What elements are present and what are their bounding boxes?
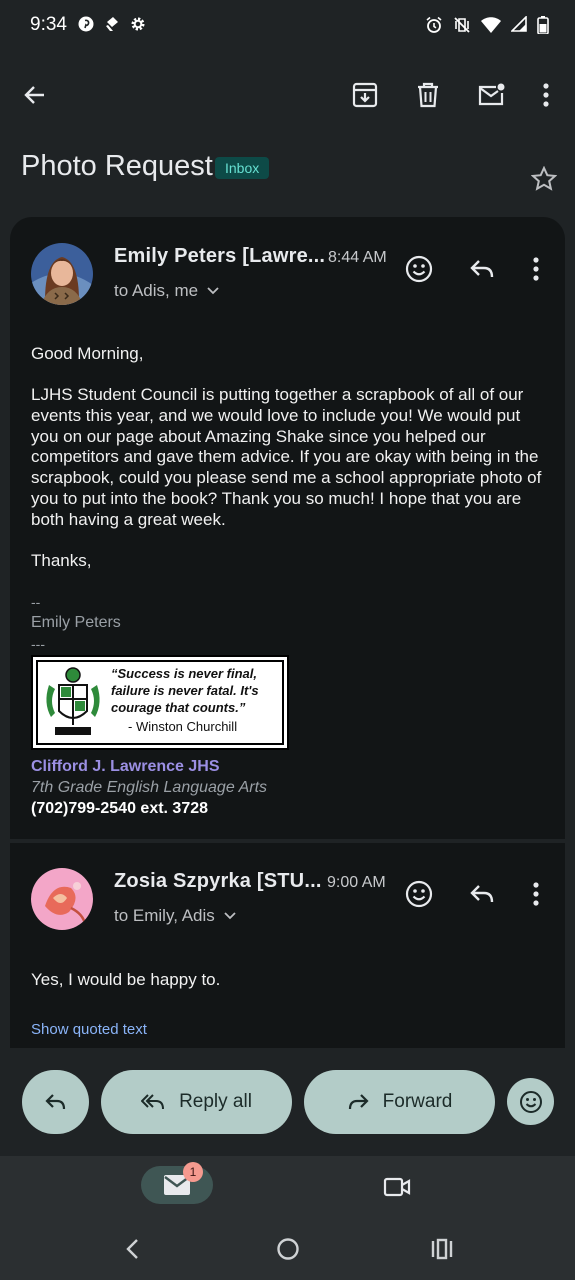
- sender-name: Zosia Szpyrka [STU...: [114, 870, 322, 892]
- add-reaction-button[interactable]: [397, 247, 441, 291]
- cell-signal-icon: [511, 16, 527, 34]
- emoji-icon: [405, 880, 433, 908]
- message-body: Yes, I would be happy to.: [31, 970, 221, 989]
- signature-separator-2: ---: [31, 636, 45, 652]
- status-right-icons: [425, 16, 549, 34]
- alarm-icon: [425, 16, 443, 34]
- recipients-toggle[interactable]: to Adis, me: [114, 281, 220, 301]
- signature-school-link[interactable]: Clifford J. Lawrence JHS: [31, 758, 220, 776]
- thread-subject: Photo Request: [21, 150, 213, 182]
- emoji-icon: [405, 255, 433, 283]
- recipients-text: to Emily, Adis: [114, 906, 215, 925]
- reply-icon: [469, 883, 495, 905]
- home-circle-icon: [276, 1237, 300, 1261]
- recipients-toggle[interactable]: to Emily, Adis: [114, 906, 237, 926]
- mark-unread-icon: [477, 82, 505, 108]
- signature-phone[interactable]: (702)799-2540 ext. 3728: [31, 800, 208, 818]
- star-icon: [531, 166, 557, 192]
- message-time: 9:00 AM: [327, 874, 386, 891]
- battery-icon: [537, 16, 549, 34]
- reply-icon: [44, 1093, 67, 1111]
- more-vert-icon: [543, 83, 549, 107]
- sender-name: Emily Peters [Lawre...: [114, 245, 326, 267]
- back-arrow-icon: [22, 82, 48, 108]
- show-quoted-text-link[interactable]: Show quoted text: [31, 1021, 147, 1038]
- reply-all-icon: [141, 1093, 165, 1111]
- message-more-button[interactable]: [514, 872, 558, 916]
- inbox-label-badge[interactable]: Inbox: [215, 157, 270, 179]
- add-reaction-button[interactable]: [397, 872, 441, 916]
- forward-icon: [347, 1093, 369, 1111]
- reply-all-label: Reply all: [179, 1091, 252, 1112]
- reply-button[interactable]: [460, 247, 504, 291]
- reply-all-button[interactable]: Reply all: [101, 1070, 292, 1134]
- message-time: 8:44 AM: [328, 249, 387, 266]
- forward-label: Forward: [382, 1091, 453, 1112]
- delete-button[interactable]: [406, 73, 450, 117]
- recents-icon: [430, 1238, 454, 1260]
- system-home-button[interactable]: [266, 1227, 310, 1271]
- signature-quote-text: “Success is never final, failure is neve…: [111, 666, 259, 715]
- status-time: 9:34: [30, 14, 67, 35]
- back-button[interactable]: [13, 73, 57, 117]
- forward-button[interactable]: Forward: [304, 1070, 495, 1134]
- reply-button[interactable]: [460, 872, 504, 916]
- school-crest-icon: [41, 663, 105, 743]
- pinterest-icon: [78, 16, 94, 32]
- message-greeting: Good Morning,: [31, 344, 144, 363]
- sender-avatar-zosia[interactable]: [31, 868, 93, 930]
- system-back-button[interactable]: [110, 1227, 154, 1271]
- wifi-icon: [481, 16, 501, 34]
- system-recents-button[interactable]: [420, 1227, 464, 1271]
- message-closing: Thanks,: [31, 551, 92, 570]
- back-chevron-icon: [125, 1238, 139, 1260]
- signature-role: 7th Grade English Language Arts: [31, 779, 268, 796]
- vibrate-off-icon: [453, 16, 471, 34]
- meet-tab[interactable]: [375, 1165, 419, 1209]
- chevron-down-icon: [223, 911, 237, 921]
- mark-unread-button[interactable]: [469, 73, 513, 117]
- signature-quote-image: “Success is never final, failure is neve…: [31, 655, 289, 750]
- archive-button[interactable]: [343, 73, 387, 117]
- emoji-icon: [519, 1090, 543, 1114]
- recipients-text: to Adis, me: [114, 281, 199, 300]
- app-notification-icon: [104, 16, 120, 32]
- reply-icon: [469, 258, 495, 280]
- more-vert-icon: [533, 882, 539, 906]
- signature-quote-author: - Winston Churchill: [128, 719, 238, 734]
- archive-icon: [352, 82, 378, 108]
- chevron-down-icon: [206, 286, 220, 296]
- sender-avatar-emily[interactable]: [31, 243, 93, 305]
- more-options-button[interactable]: [524, 73, 568, 117]
- video-camera-icon: [383, 1176, 411, 1198]
- star-button[interactable]: [522, 157, 566, 201]
- settings-gear-icon: [130, 16, 146, 32]
- message-body: LJHS Student Council is putting together…: [31, 385, 542, 529]
- more-vert-icon: [533, 257, 539, 281]
- trash-icon: [416, 82, 440, 108]
- reply-pill-button[interactable]: [22, 1070, 89, 1134]
- signature-separator: --: [31, 594, 41, 610]
- react-button[interactable]: [507, 1078, 554, 1125]
- signature-name: Emily Peters: [31, 614, 121, 631]
- message-more-button[interactable]: [514, 247, 558, 291]
- status-left-icons: [78, 16, 146, 32]
- unread-count-badge: 1: [183, 1162, 203, 1182]
